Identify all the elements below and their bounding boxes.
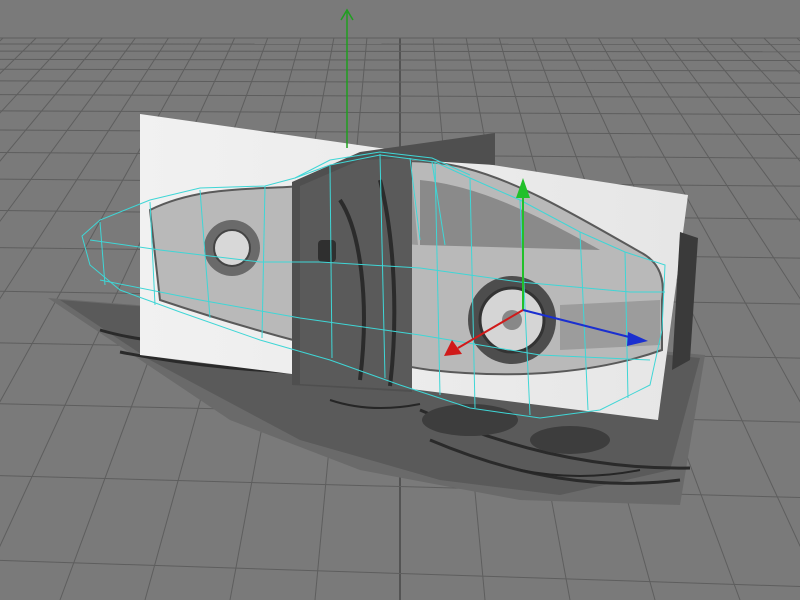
3d-viewport[interactable]: [0, 0, 800, 600]
grid-line: [0, 50, 800, 53]
scene-canvas[interactable]: [0, 0, 800, 600]
